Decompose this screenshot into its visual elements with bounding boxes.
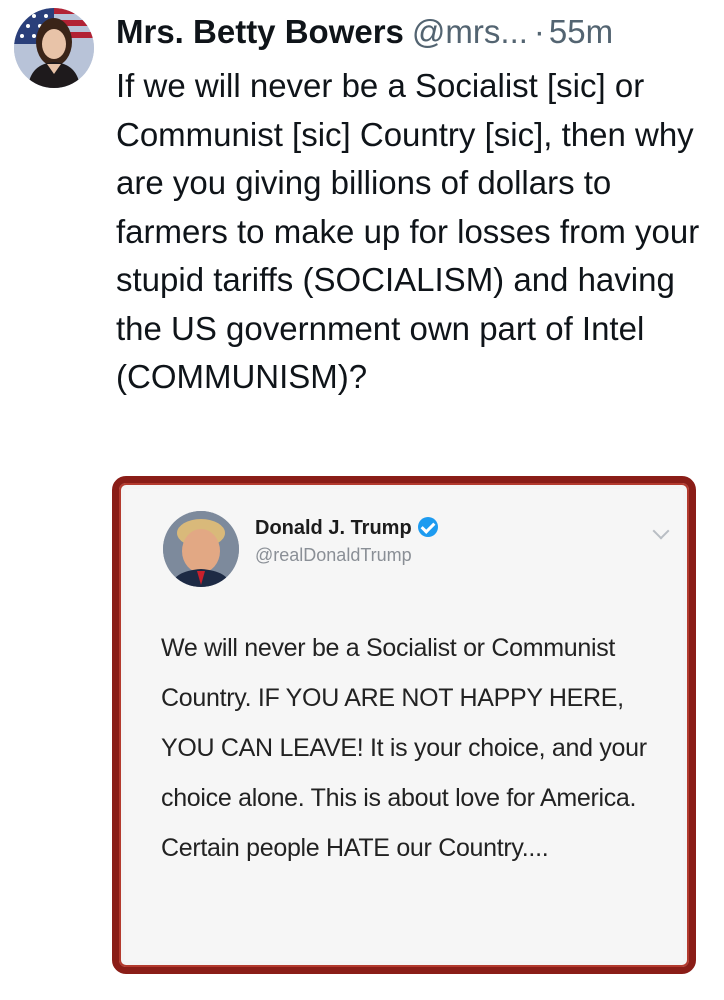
- tweet[interactable]: Mrs. Betty Bowers @mrs... · 55m If we will …: [0, 0, 724, 1000]
- tweet-header: Mrs. Betty Bowers @mrs... · 55m: [116, 10, 716, 54]
- user-handle[interactable]: @mrs...: [412, 13, 528, 50]
- timestamp[interactable]: 55m: [549, 13, 613, 50]
- verified-badge-icon: [417, 517, 438, 537]
- display-name[interactable]: Mrs. Betty Bowers: [116, 13, 404, 50]
- chevron-down-icon: [652, 522, 670, 540]
- embedded-profile-photo-icon: [163, 511, 239, 587]
- profile-photo-icon: [14, 8, 94, 88]
- embedded-display-name: Donald J. Trump: [255, 517, 438, 540]
- embedded-user-handle: @realDonaldTrump: [255, 545, 412, 565]
- embedded-screenshot[interactable]: Donald J. Trump @realDonaldTrump We will…: [112, 476, 696, 974]
- embedded-tweet-text: We will never be a Socialist or Communis…: [161, 634, 647, 862]
- embedded-tweet-card: Donald J. Trump @realDonaldTrump We will…: [125, 489, 683, 961]
- embedded-avatar: [163, 511, 239, 587]
- avatar[interactable]: [14, 8, 94, 88]
- embedded-name-text: Donald J. Trump: [255, 517, 412, 539]
- separator-dot: ·: [533, 13, 545, 50]
- tweet-text: If we will never be a Socialist [sic] or…: [116, 67, 700, 395]
